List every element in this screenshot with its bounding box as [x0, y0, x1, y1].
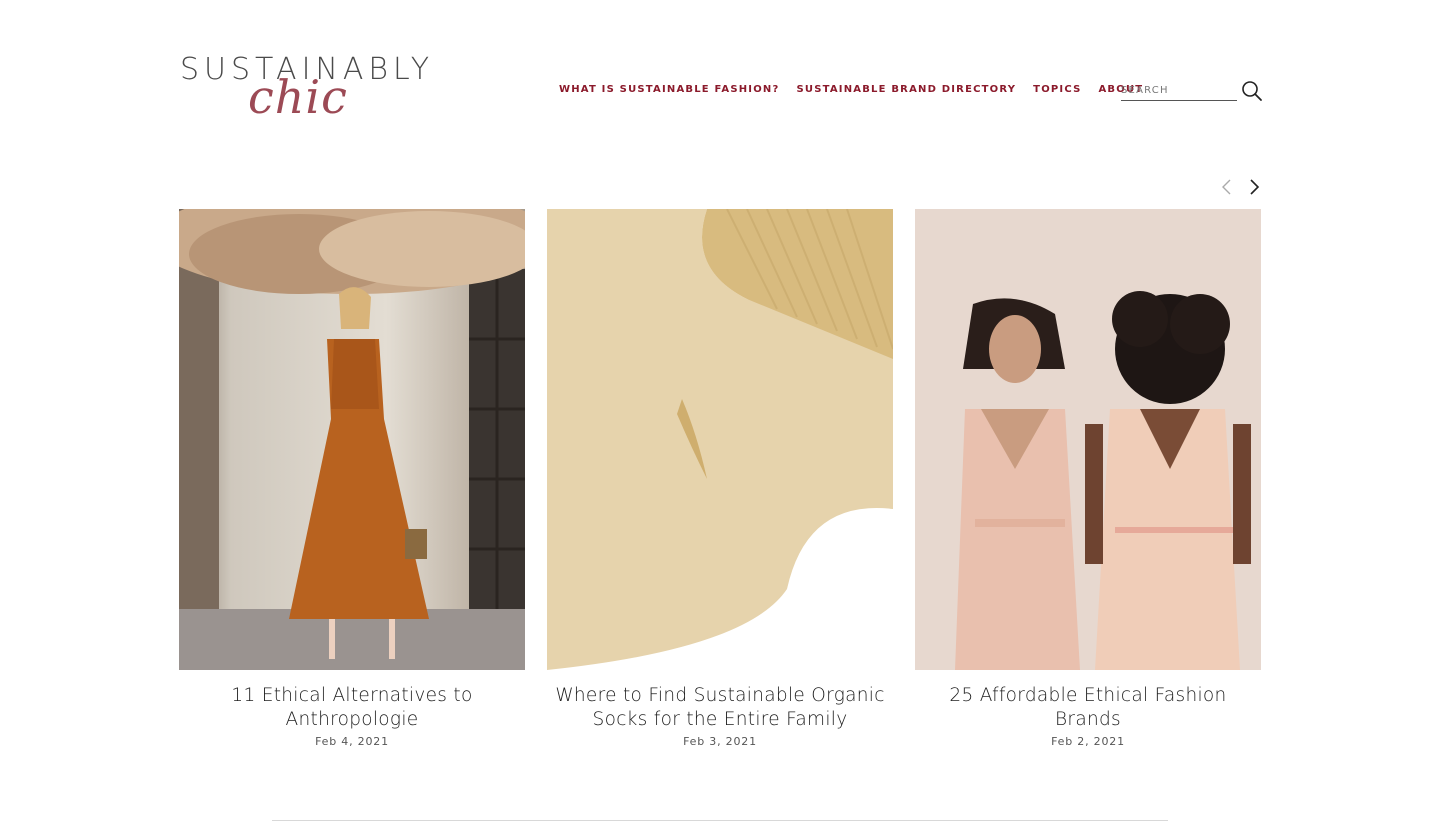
post-date: Feb 3, 2021	[683, 735, 757, 748]
post-card[interactable]: 11 Ethical Alternatives to Anthropologie…	[179, 209, 525, 748]
post-title[interactable]: Where to Find Sustainable Organic Socks …	[547, 684, 893, 732]
search-field	[1121, 80, 1237, 101]
post-image-pink-dresses[interactable]	[915, 209, 1261, 670]
chevron-left-icon[interactable]	[1218, 176, 1236, 198]
nav-link-what-is-sustainable-fashion[interactable]: WHAT IS SUSTAINABLE FASHION?	[559, 84, 780, 95]
post-image-organic-sock[interactable]	[547, 209, 893, 670]
search-icon[interactable]	[1241, 80, 1263, 102]
post-image-orange-dress[interactable]	[179, 209, 525, 670]
main-nav: WHAT IS SUSTAINABLE FASHION? SUSTAINABLE…	[559, 84, 1160, 95]
post-title[interactable]: 11 Ethical Alternatives to Anthropologie	[179, 684, 525, 732]
logo-script: chic	[248, 70, 348, 124]
chevron-right-icon[interactable]	[1245, 176, 1263, 198]
section-divider	[272, 820, 1168, 821]
post-title[interactable]: 25 Affordable Ethical Fashion Brands	[915, 684, 1261, 732]
nav-link-brand-directory[interactable]: SUSTAINABLE BRAND DIRECTORY	[797, 84, 1017, 95]
post-card[interactable]: Where to Find Sustainable Organic Socks …	[547, 209, 893, 748]
nav-link-topics[interactable]: TOPICS	[1033, 84, 1081, 95]
post-date: Feb 2, 2021	[1051, 735, 1125, 748]
post-card[interactable]: 25 Affordable Ethical Fashion Brands Feb…	[915, 209, 1261, 748]
site-logo[interactable]: SUSTAINABLY chic	[180, 52, 429, 128]
search-input[interactable]	[1121, 81, 1231, 100]
post-date: Feb 4, 2021	[315, 735, 389, 748]
